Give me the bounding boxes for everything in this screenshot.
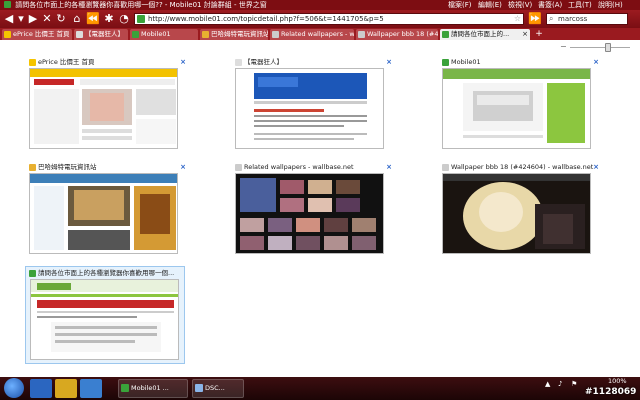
page-preview (30, 279, 179, 360)
favicon-icon (4, 1, 11, 8)
tab-wallpaper-bbb[interactable]: Wallpaper bbb 18 (#4... (356, 29, 438, 40)
close-icon[interactable]: × (180, 162, 186, 172)
zoom-out-icon[interactable]: − (560, 42, 567, 51)
page-icon (76, 31, 83, 38)
home-icon[interactable]: ⌂ (70, 12, 84, 26)
refresh-icon[interactable]: ↻ (54, 12, 68, 26)
close-tab-icon[interactable]: × (522, 29, 528, 40)
close-icon[interactable]: × (593, 57, 599, 67)
page-icon (235, 164, 242, 171)
thumbnail-title: ePrice 比價王 首頁 (38, 58, 95, 66)
tab-eprice[interactable]: ePrice 比價王 首頁 (2, 29, 72, 40)
url-text: http://www.mobile01.com/topicdetail.php?… (148, 15, 384, 23)
tab-mobile01[interactable]: Mobile01 (130, 29, 198, 40)
tray-flag-icon[interactable]: ⚑ (571, 380, 577, 388)
gamer-icon (202, 31, 209, 38)
folder-icon[interactable] (55, 379, 77, 398)
page-preview (235, 173, 384, 254)
close-icon[interactable]: × (386, 57, 392, 67)
page-icon (442, 164, 449, 171)
menu-edit[interactable]: 編輯(E) (478, 0, 502, 10)
thumbnail-title: 【電器狂人】 (244, 58, 283, 66)
thumbnail-title: Related wallpapers - wallbase.net (244, 163, 354, 171)
thumbnail-current-topic[interactable]: 請問各位市面上的各種瀏覽器你喜歡用哪一個... (25, 266, 185, 364)
menu-help[interactable]: 說明(H) (598, 0, 623, 10)
rewind-icon[interactable]: ⏪ (86, 12, 100, 26)
taskbar: Mobile01 ... DSC... ▲ ♪ ⚑ (0, 377, 640, 400)
tab-related-wallpapers[interactable]: Related wallpapers - w... (270, 29, 354, 40)
taskbar-app-mobile01[interactable]: Mobile01 ... (118, 379, 188, 398)
tray-volume-icon[interactable]: ♪ (558, 380, 562, 388)
thumbnail-wallpaper-bbb[interactable]: Wallpaper bbb 18 (#424604) - wallbase.ne… (442, 162, 599, 257)
thumbnail-eprice[interactable]: ePrice 比價王 首頁 × (29, 57, 186, 152)
taskbar-app-dsc[interactable]: DSC... (192, 379, 244, 398)
star-icon[interactable]: ☆ (514, 14, 521, 24)
zoom-slider-handle[interactable] (605, 43, 611, 52)
address-bar[interactable]: http://www.mobile01.com/topicdetail.php?… (134, 13, 524, 25)
thumbnail-title: Mobile01 (451, 58, 481, 66)
navigation-toolbar: ◀ ▾ ▶ ✕ ↻ ⌂ ⏪ ✱ ◔ http://www.mobile01.co… (0, 10, 640, 28)
mobile01-icon (121, 384, 129, 392)
page-preview (442, 68, 591, 149)
thumbnail-mobile01[interactable]: Mobile01 × (442, 57, 599, 152)
close-icon[interactable]: × (386, 162, 392, 172)
menu-view[interactable]: 檢視(V) (508, 0, 532, 10)
start-button[interactable] (4, 378, 24, 398)
mobile01-icon (29, 270, 36, 277)
watermark: #1128069 (585, 387, 637, 397)
close-icon[interactable]: × (180, 57, 186, 67)
gamer-icon (29, 164, 36, 171)
window-title: 請問各位市面上的各種瀏覽器你喜歡用哪一個?? - Mobile01 討論群組 -… (15, 1, 267, 9)
search-icon: ⌕ (549, 14, 554, 23)
menu-bookmarks[interactable]: 書簽(A) (538, 0, 562, 10)
tab-gamer[interactable]: 巴哈姆特電玩資訊站 (200, 29, 268, 40)
tab-appliance[interactable]: 【電器狂人】 (74, 29, 128, 40)
forward-icon[interactable]: ▶ (26, 12, 40, 26)
page-preview (235, 68, 384, 149)
mobile01-icon (442, 31, 449, 38)
new-tab-icon[interactable]: + (532, 27, 546, 41)
mobile01-icon (442, 59, 449, 66)
history-icon[interactable]: ◔ (117, 12, 131, 26)
thumbnail-title: 請問各位市面上的各種瀏覽器你喜歡用哪一個... (38, 269, 175, 277)
page-icon (358, 31, 365, 38)
menu-file[interactable]: 檔案(F) (448, 0, 472, 10)
thumbnail-title: 巴哈姆特電玩資訊站 (38, 163, 97, 171)
close-icon[interactable]: × (593, 162, 599, 172)
eprice-icon (4, 31, 11, 38)
tray-network-icon[interactable]: ▲ (545, 380, 550, 388)
menu-tools[interactable]: 工具(T) (568, 0, 592, 10)
search-input[interactable]: ⌕ marcoss (546, 13, 628, 25)
mobile01-icon (132, 31, 139, 38)
page-preview (442, 173, 591, 254)
eprice-icon (29, 59, 36, 66)
browser-icon[interactable] (30, 379, 52, 398)
tab-strip: ePrice 比價王 首頁 【電器狂人】 Mobile01 巴哈姆特電玩資訊站 … (0, 28, 640, 40)
zoom-level: 100% (608, 377, 627, 385)
thumbnail-title: Wallpaper bbb 18 (#424604) - wallbase.ne… (451, 163, 594, 171)
zoom-slider-track[interactable] (570, 47, 630, 48)
thumbnail-gamer[interactable]: 巴哈姆特電玩資訊站 × (29, 162, 186, 257)
image-viewer-icon (195, 384, 203, 392)
page-icon (235, 59, 242, 66)
tab-current-topic[interactable]: 請問各位市面上的... × (440, 29, 530, 40)
stop-icon[interactable]: ✕ (40, 12, 54, 26)
fast-forward-icon[interactable]: ⏩ (528, 12, 542, 26)
site-icon (137, 15, 145, 23)
page-preview (29, 68, 178, 149)
search-value: marcoss (558, 15, 588, 23)
page-preview (29, 173, 178, 254)
page-icon (272, 31, 279, 38)
media-icon[interactable] (80, 379, 102, 398)
thumbnail-related-wallpapers[interactable]: Related wallpapers - wallbase.net × (235, 162, 392, 257)
tools-icon[interactable]: ✱ (102, 12, 116, 26)
thumbnail-appliance[interactable]: 【電器狂人】 × (235, 57, 392, 152)
